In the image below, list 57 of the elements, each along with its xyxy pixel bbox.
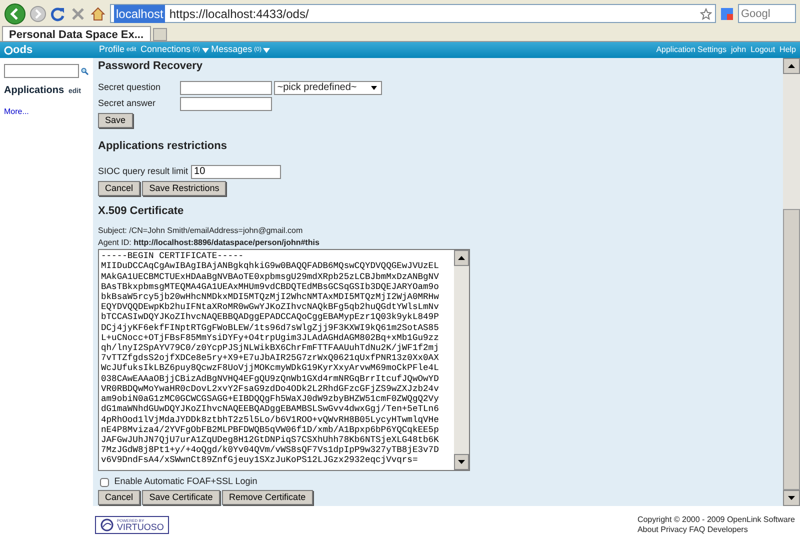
scroll-up-button[interactable]: [783, 58, 800, 74]
predefined-question-select[interactable]: ~pick predefined~: [274, 80, 382, 94]
star-icon[interactable]: [700, 8, 712, 20]
dropdown-arrow-icon[interactable]: [369, 84, 380, 92]
address-bar[interactable]: localhost https://localhost:4433/ods/: [110, 4, 716, 23]
footer-link[interactable]: About: [637, 526, 658, 534]
certificate-text-area[interactable]: -----BEGIN CERTIFICATE----- MIIDuDCCAqCgAwIBAgIBAjANBgkqhkiG9w0BAQQFADB6MQswCQYDVQQGEwJVUzEL MAkGA1UECBMCTUExHDAaBgNVBAoTE0xpbmsgU29mdXRpb25zLCBJbmMxDzANBgNV BAsTBkxpbmsgMTEQMA4GA1UEAxMHUm9vdCBDQTEdMBsGCSqGSIb3DQEJARYOam9o bkBsaW5rcy5jb20wHhcNMDkxMDI5MTQzMjI2WhcNMTAxMDI5MTQzMjI2WjA0MRHw EQYDVQQDEwpKb2huIFNtaXRoMR0wGwYJKoZIhvcNAQkBFg5qb2huQGdtYWlsLmNv bTCCASIwDQYJKoZIhvcNAQEBBQADggEPADCCAQoCggEBAMypEzr1Q03k9ykL849P DCj4jyKF6ekfFINptRTGgFWoBLEW/1ts96d7sWlgZjj9F3KXWI9kQ61m2SotAS85 L+uCNocc+OTjFBsF85MmYsiDYFy+O4trpUgim3JLAdAGHdAGM802Bq+xMb1Gu9zz qh/lnyI2SpAYV79C0/z0YcpPJSjNLWikBX6ChrFmFTTFAAUuhTdNu2K/jWF1f2mj 7vTTZfgdsS2ojfXDCe8e5ry+X9+E7uJbAIR25G7zrWxQ0621qUxfPNR13z0Xx0AX WcJUfuksIkLBZ6puy8QcwzF8UoVjjMOKcmyWDkG19KyrXxyArvwM69moCkPFle4L 038CAwEAAaOBjjCBizAdBgNVHQ4EFgQU9zQnWb1GXd4rmNRGqBrrItcufJQwOwYD VR0RBDQwMoYwaHR0cDovL2xvY2FsaG9zdDo4ODk2L2RhdGFzcGFjZS9wZXJzb24v am9obiN0aG1zMC0GCWCGSAGG+EIBDQQgFh5WaXJ0dW9zbyBHZW51cmF0ZWQgQ2Vy dG1maWNhdGUwDQYJKoZIhvcNAQEEBQADggEBAMBSLSwGvv4dwxGgj/Ten+5eTLn6 4pRhOod1lVjMdaJYDDk8ztbhT2z5l5Lo/b6V1ROO+vQWvRH8B05LycyHTwmlqVHe nE4P8Mviza4/2YVFgObFB2MLPBFDWQB5qVW06f1D/xmb/A1Bpxp6bP6YQCqkEE5p JAFGwJUhJN7QjU7urA1ZqUDeg8H12GtDNPiqS7CSXhUhh78Kb6NTSjeXLG48tb6K 7MzJGdW8j8Pt1+y/+4oQgd/k0Yv04QVm/vWS8sQF7Vs1dpIpP9w327yTB8jE3v7D v6V9DndFsA4/xSWwnCt89ZnfGjeuy1SXzJuKoPS12LJGzx2932eqcjVvqrs=: [98, 249, 470, 472]
copyright-text: Copyright © 2000 - 2009 OpenLink Software: [637, 516, 795, 524]
back-icon[interactable]: [4, 2, 26, 24]
field-label: SIOC query result limit: [98, 164, 188, 178]
swirl-icon: [100, 518, 114, 532]
url-text: https://localhost:4433/ods/: [169, 6, 309, 20]
form-button[interactable]: Remove Certificate: [222, 490, 313, 505]
form-button[interactable]: Save Certificate: [142, 490, 220, 505]
input-field[interactable]: 10: [191, 164, 282, 178]
footer-link[interactable]: Privacy: [660, 526, 687, 534]
select-value: ~pick predefined~: [277, 81, 357, 95]
arrow-down-icon: [787, 494, 796, 502]
browser-tab[interactable]: Personal Data Space Ex...: [2, 26, 151, 41]
input-field[interactable]: [180, 96, 272, 111]
checkbox-label: Enable Automatic FOAF+SSL Login: [114, 475, 258, 488]
form-button[interactable]: Save: [98, 113, 133, 128]
stop-icon[interactable]: [70, 6, 86, 22]
arrow-up-icon: [787, 62, 796, 70]
sidebar-heading: Applications: [4, 84, 64, 98]
checkbox[interactable]: [100, 478, 109, 486]
logo-text: ods: [13, 42, 33, 58]
form-button[interactable]: Cancel: [98, 490, 140, 505]
reload-icon[interactable]: [50, 6, 66, 22]
logo-icon: [4, 46, 13, 54]
field-label: Secret answer: [98, 97, 157, 110]
form-button[interactable]: Cancel: [98, 180, 140, 196]
home-icon[interactable]: [90, 6, 106, 22]
section-title: X.509 Certificate: [98, 204, 185, 219]
new-tab-button[interactable]: [152, 28, 167, 41]
arrow-down-icon: [457, 458, 466, 466]
scrollbar-thumb[interactable]: [783, 209, 800, 490]
footer-link[interactable]: FAQ: [689, 526, 706, 534]
footer-link[interactable]: Developers: [707, 526, 748, 534]
section-title: Password Recovery: [98, 59, 204, 74]
search-field[interactable]: [4, 64, 79, 78]
info-line: Agent ID: http://localhost:8896/dataspace/person/john#this: [98, 237, 320, 250]
more-link[interactable]: More...: [4, 106, 29, 118]
scroll-down-button[interactable]: [783, 490, 800, 506]
scroll-down-button[interactable]: [454, 454, 469, 470]
search-engine-icon[interactable]: [720, 6, 734, 20]
search-icon[interactable]: [81, 66, 89, 76]
search-field[interactable]: Googl: [738, 4, 796, 23]
field-label: Secret question: [98, 80, 162, 94]
site-identity-badge[interactable]: localhost: [114, 4, 166, 22]
form-button[interactable]: Save Restrictions: [142, 180, 226, 196]
input-field[interactable]: [180, 80, 272, 94]
section-title: Applications restrictions: [98, 139, 228, 154]
forward-icon[interactable]: [30, 4, 46, 22]
scroll-up-button[interactable]: [454, 250, 469, 266]
arrow-up-icon: [457, 254, 466, 262]
info-line: Subject: /CN=John Smith/emailAddress=john@gmail.com: [98, 225, 304, 238]
